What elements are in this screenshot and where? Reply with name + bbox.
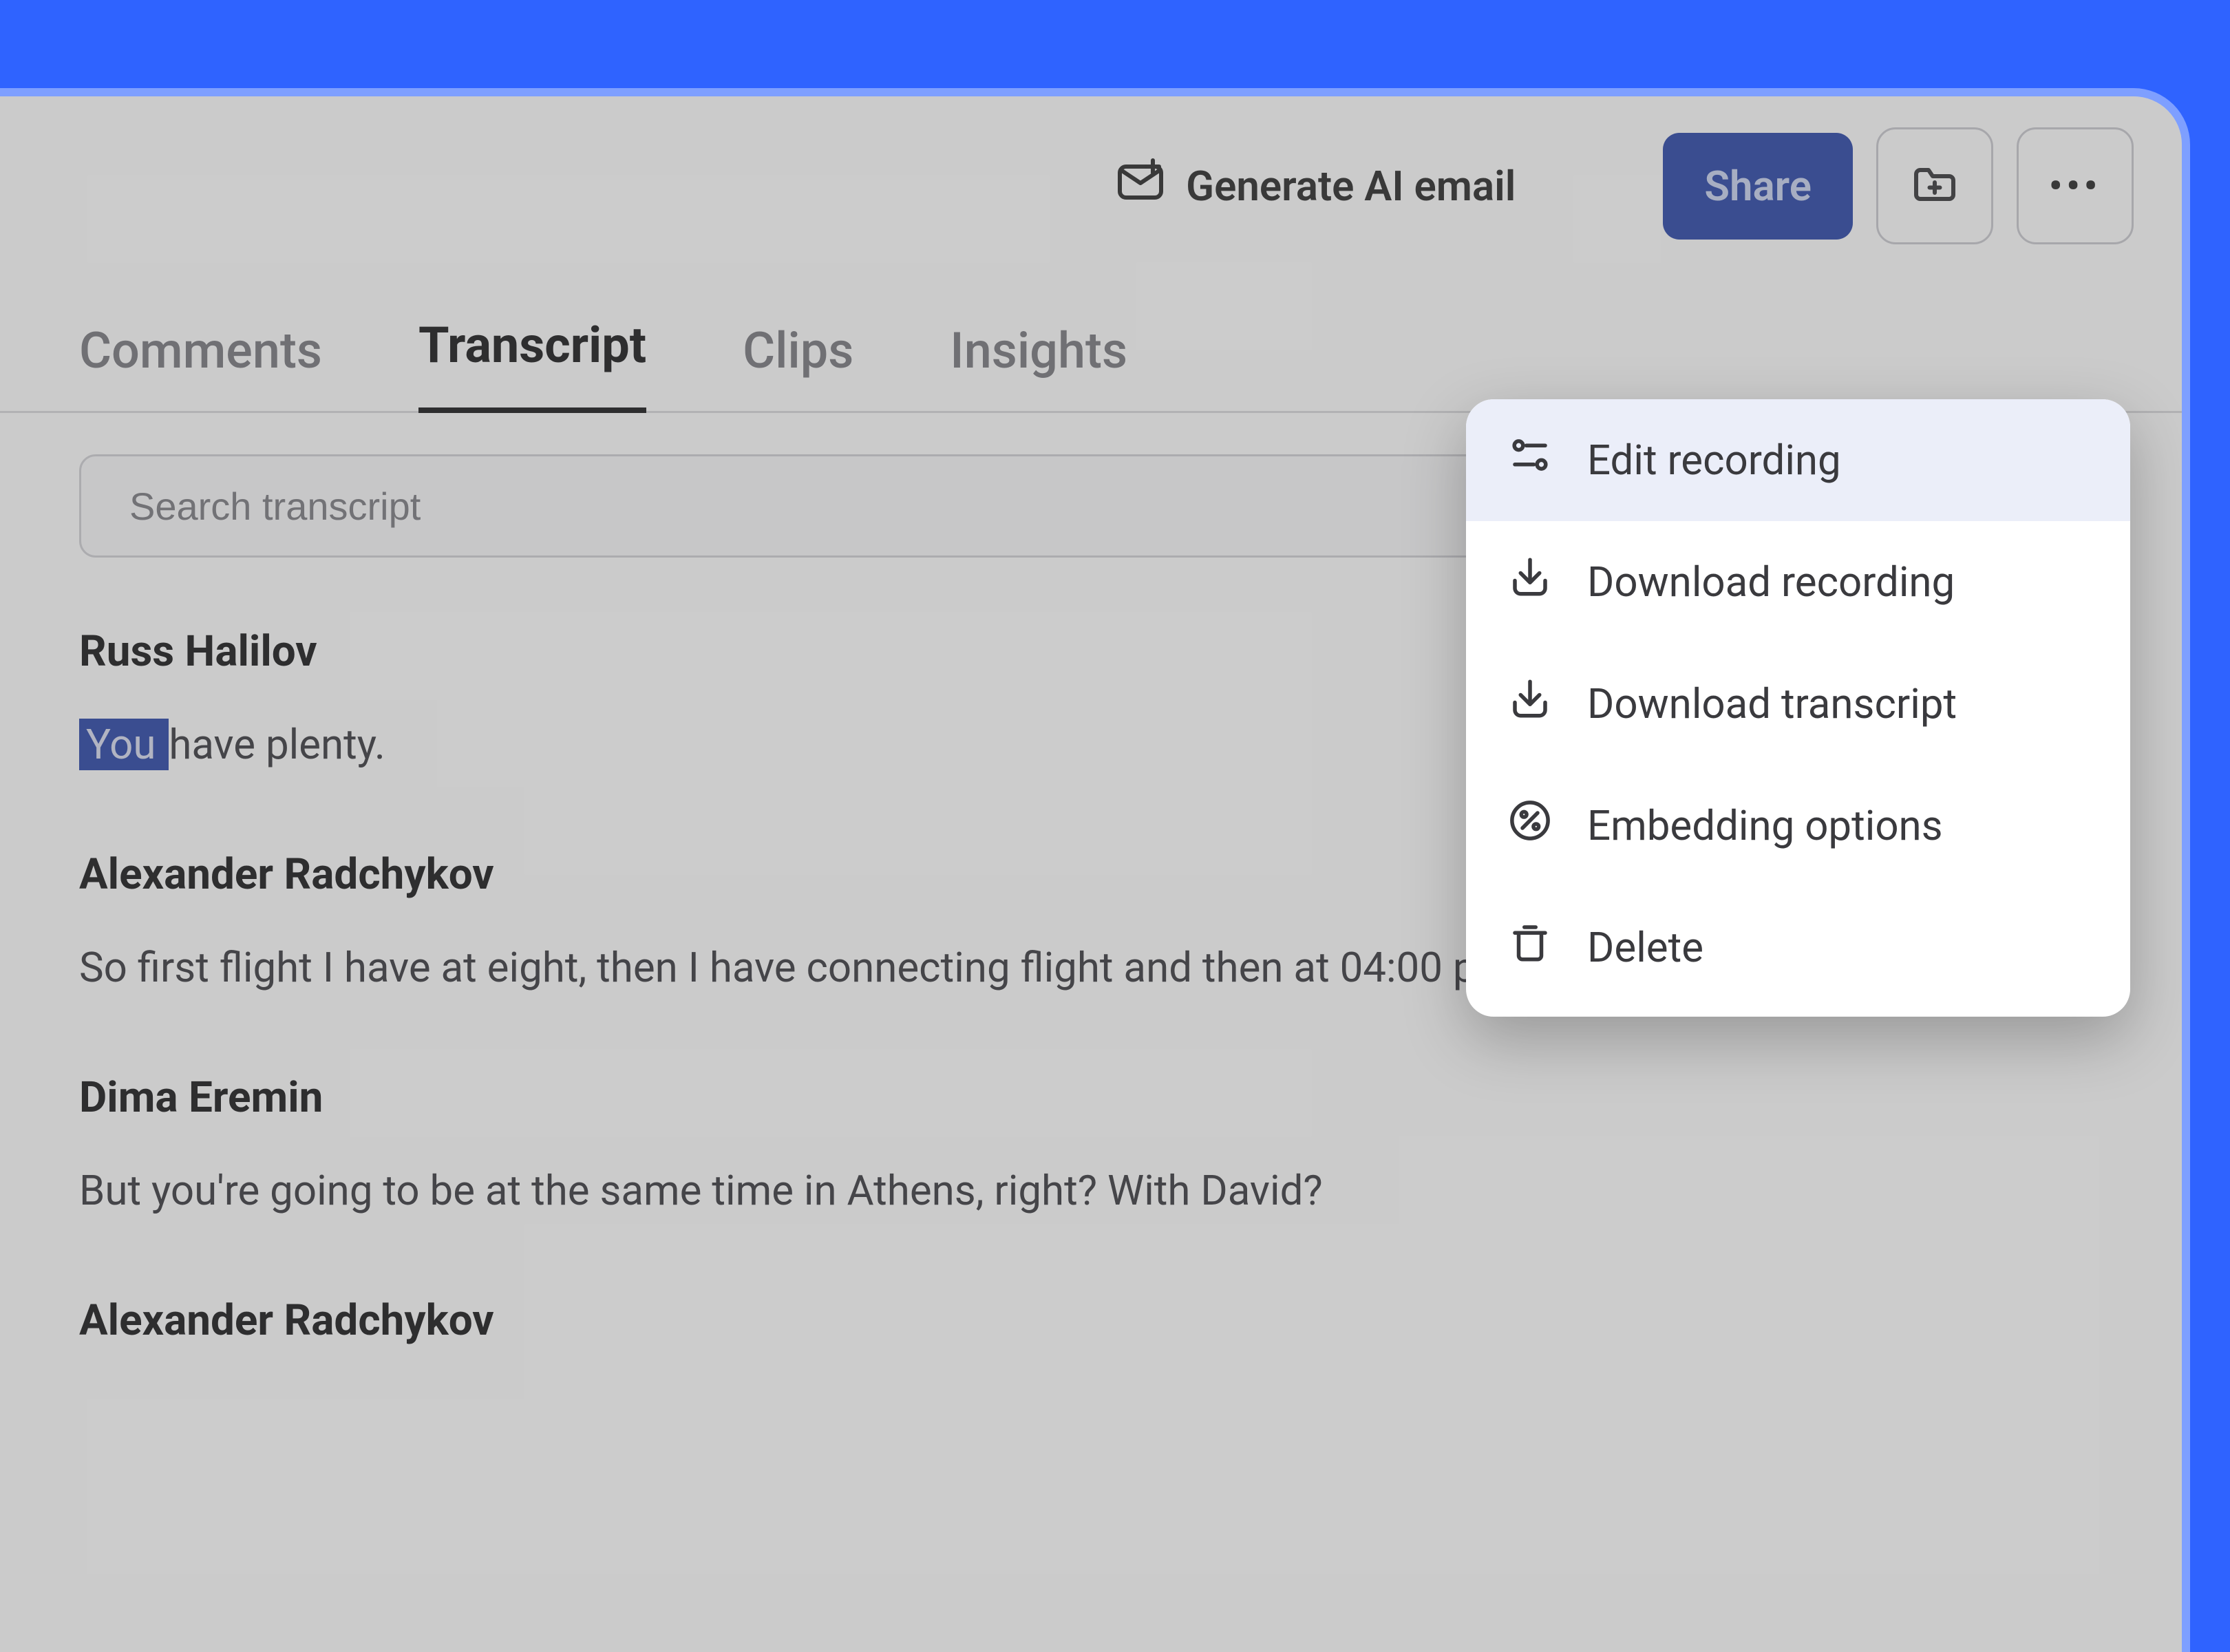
stage: Generate AI email Share ••• [0,0,2230,1652]
app-frame: Generate AI email Share ••• [0,96,2182,1652]
menu-item-label: Download transcript [1587,679,1957,728]
menu-item-download-transcript[interactable]: Download transcript [1466,643,2130,765]
topbar: Generate AI email Share ••• [0,96,2182,413]
highlighted-word: You [79,719,169,770]
more-icon: ••• [2049,165,2101,208]
topbar-actions: Generate AI email Share ••• [0,96,2182,275]
download-icon [1507,554,1553,610]
more-actions-menu: Edit recording Download recording [1466,399,2130,1017]
menu-item-label: Edit recording [1587,436,1841,485]
tab-transcript[interactable]: Transcript [418,316,646,413]
generate-ai-email-label: Generate AI email [1186,162,1516,211]
generate-ai-email-button[interactable]: Generate AI email [1081,136,1550,237]
speaker-name: Alexander Radchykov [79,1295,2103,1346]
menu-item-label: Embedding options [1587,801,1943,850]
more-actions-button[interactable]: ••• [2017,127,2134,244]
menu-item-embedding-options[interactable]: Embedding options [1466,765,2130,887]
speaker-name: Dima Eremin [79,1072,2103,1123]
share-label: Share [1704,162,1812,211]
tab-clips[interactable]: Clips [743,321,853,413]
menu-item-delete[interactable]: Delete [1466,887,2130,1008]
transcript-line: But you're going to be at the same time … [79,1154,2103,1227]
download-icon [1507,676,1553,732]
folder-plus-icon [1910,160,1960,212]
mail-plus-icon [1116,156,1165,216]
trash-icon [1507,920,1553,975]
tabs: Comments Transcript Clips Insights [79,316,1127,413]
menu-item-label: Delete [1587,923,1703,972]
tab-comments[interactable]: Comments [79,321,322,413]
menu-item-download-recording[interactable]: Download recording [1466,521,2130,643]
sliders-icon [1507,432,1553,488]
transcript-text: have plenty. [169,720,385,769]
menu-item-label: Download recording [1587,558,1955,606]
tab-insights[interactable]: Insights [950,321,1127,413]
percent-icon [1507,798,1553,854]
menu-item-edit-recording[interactable]: Edit recording [1466,399,2130,521]
add-folder-button[interactable] [1876,127,1993,244]
share-button[interactable]: Share [1663,133,1853,240]
